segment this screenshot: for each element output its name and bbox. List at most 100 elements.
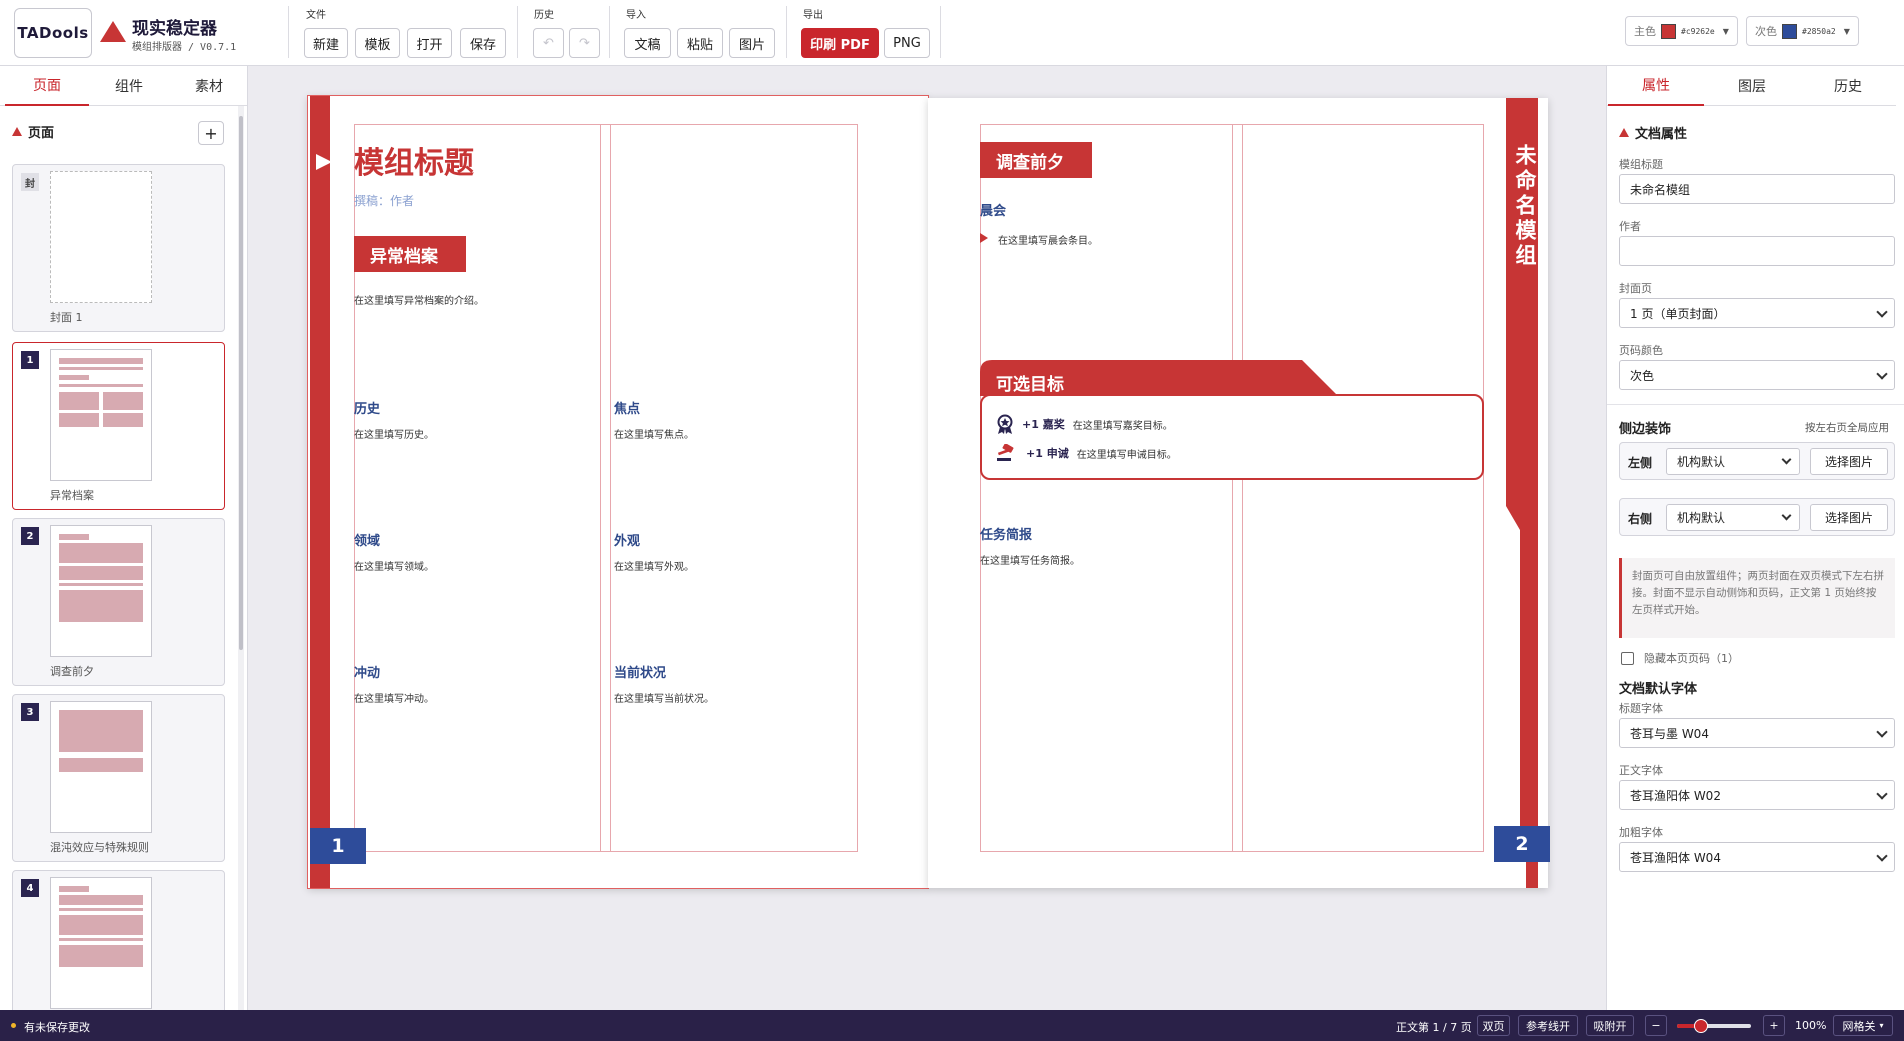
pages-scrollbar[interactable] — [238, 106, 244, 1010]
module-title-input[interactable]: 未命名模组 — [1619, 174, 1895, 204]
section-body[interactable]: 在这里填写焦点。 — [614, 426, 694, 441]
primary-color-hex: #c9262e — [1681, 26, 1715, 36]
scrollbar-thumb[interactable] — [239, 116, 243, 650]
section-body[interactable]: 在这里填写冲动。 — [354, 690, 434, 705]
zoom-out-button[interactable]: − — [1645, 1015, 1667, 1036]
section-heading[interactable]: 历史 — [354, 398, 380, 417]
module-title[interactable]: 模组标题 — [354, 138, 474, 182]
body-font-select[interactable]: 苍耳渔阳体 W02 — [1619, 780, 1895, 810]
section-heading[interactable]: 冲动 — [354, 662, 380, 681]
tab-pages[interactable]: 页面 — [5, 66, 89, 106]
grid-toggle[interactable]: 网格关 ▾ — [1833, 1015, 1893, 1036]
export-print-pdf-button[interactable]: 印刷 PDF — [801, 28, 879, 58]
undo-icon: ↶ — [543, 35, 554, 51]
section-heading[interactable]: 领域 — [354, 530, 380, 549]
right-pick-image-button[interactable]: 选择图片 — [1810, 504, 1888, 531]
page-color-select[interactable]: 次色 — [1619, 360, 1895, 390]
page-thumb-4[interactable]: 4 — [12, 870, 225, 1010]
section-heading[interactable]: 焦点 — [614, 398, 640, 417]
chevron-down-icon: ▾ — [1879, 1021, 1884, 1030]
chevron-down-icon: ▼ — [1722, 26, 1729, 36]
double-page-toggle[interactable]: 双页 — [1477, 1015, 1510, 1036]
import-manuscript-button[interactable]: 文稿 — [624, 28, 671, 58]
zoom-slider[interactable] — [1677, 1019, 1751, 1033]
section-banner[interactable]: 调查前夕 — [980, 142, 1092, 178]
section-banner[interactable]: 异常档案 — [354, 236, 466, 272]
reward-row[interactable]: +1 嘉奖 在这里填写嘉奖目标。 — [996, 414, 1173, 434]
page-thumb-cover[interactable]: 封 封面 1 — [12, 164, 225, 332]
optional-goals-box[interactable]: +1 嘉奖 在这里填写嘉奖目标。 +1 申诫 在这里填写申诫目标。 — [980, 394, 1484, 480]
document-canvas[interactable]: 模组标题 撰稿：作者 异常档案 在这里填写异常档案的介绍。 历史 在这里填写历史… — [248, 66, 1606, 1010]
save-button[interactable]: 保存 — [460, 28, 506, 58]
tab-properties[interactable]: 属性 — [1608, 66, 1704, 106]
section-body[interactable]: 在这里填写历史。 — [354, 426, 434, 441]
section-body[interactable]: 在这里填写领域。 — [354, 558, 434, 573]
zoom-slider-handle[interactable] — [1693, 1019, 1708, 1033]
page-badge: 4 — [21, 879, 39, 897]
right-side-select[interactable]: 机构默认 — [1666, 504, 1800, 531]
template-button[interactable]: 模板 — [355, 28, 400, 58]
import-image-button[interactable]: 图片 — [729, 28, 775, 58]
export-png-button[interactable]: PNG — [884, 28, 930, 58]
tab-history[interactable]: 历史 — [1800, 66, 1896, 106]
page-thumb-3[interactable]: 3 混沌效应与特殊规则 — [12, 694, 225, 862]
body-font-value: 苍耳渔阳体 W02 — [1630, 788, 1721, 803]
hide-page-number-checkbox[interactable] — [1621, 651, 1634, 665]
page-number-right: 2 — [1494, 826, 1550, 862]
heading-font-label: 标题字体 — [1619, 702, 1663, 715]
tab-components[interactable]: 组件 — [89, 66, 169, 106]
optional-goals-title[interactable]: 可选目标 — [996, 370, 1064, 395]
bold-font-select[interactable]: 苍耳渔阳体 W04 — [1619, 842, 1895, 872]
column-guide — [1242, 124, 1243, 852]
page-thumbnail — [50, 525, 152, 657]
side-deco-title: 侧边装饰 — [1619, 422, 1672, 437]
intro-text[interactable]: 在这里填写异常档案的介绍。 — [354, 292, 484, 307]
section-body[interactable]: 在这里填写外观。 — [614, 558, 694, 573]
tab-layers[interactable]: 图层 — [1704, 66, 1800, 106]
section-heading[interactable]: 当前状况 — [614, 662, 666, 681]
section-triangle-icon — [12, 127, 22, 136]
side-deco-hint: 按左右页全局应用 — [1805, 422, 1889, 434]
warning-triangle-icon — [100, 21, 126, 42]
reprimand-row[interactable]: +1 申诫 在这里填写申诫目标。 — [996, 444, 1177, 462]
redo-button[interactable]: ↷ — [569, 28, 600, 58]
new-button[interactable]: 新建 — [304, 28, 348, 58]
secondary-color-label: 次色 — [1755, 25, 1777, 38]
author-input[interactable] — [1619, 236, 1895, 266]
module-byline[interactable]: 撰稿：作者 — [354, 192, 414, 209]
guides-toggle[interactable]: 参考线开 — [1518, 1015, 1578, 1036]
secondary-color-hex: #2850a2 — [1802, 26, 1836, 36]
left-pick-image-button[interactable]: 选择图片 — [1810, 448, 1888, 475]
page-thumb-1[interactable]: 1 异常档案 — [12, 342, 225, 510]
toolbar-divider — [288, 6, 289, 58]
secondary-color-picker[interactable]: 次色 #2850a2 ▼ — [1746, 16, 1859, 46]
tab-assets[interactable]: 素材 — [169, 66, 247, 106]
app-title: 现实稳定器 — [132, 19, 217, 39]
left-side-row: 左侧 机构默认 选择图片 — [1619, 442, 1895, 480]
undo-button[interactable]: ↶ — [533, 28, 564, 58]
morning-item-text[interactable]: 在这里填写晨会条目。 — [998, 232, 1098, 247]
section-body[interactable]: 在这里填写当前状况。 — [614, 690, 714, 705]
section-body[interactable]: 在这里填写任务简报。 — [980, 552, 1080, 567]
section-heading[interactable]: 任务简报 — [980, 524, 1032, 543]
zoom-in-button[interactable]: + — [1763, 1015, 1785, 1036]
section-heading[interactable]: 外观 — [614, 530, 640, 549]
page-thumb-2[interactable]: 2 调查前夕 — [12, 518, 225, 686]
snap-toggle[interactable]: 吸附开 — [1586, 1015, 1634, 1036]
paste-button[interactable]: 粘贴 — [677, 28, 723, 58]
add-page-button[interactable]: + — [198, 121, 224, 145]
hide-page-number-row[interactable]: 隐藏本页页码（1） — [1621, 650, 1739, 666]
primary-color-picker[interactable]: 主色 #c9262e ▼ — [1625, 16, 1738, 46]
group-label-file: 文件 — [306, 10, 326, 21]
left-side-select[interactable]: 机构默认 — [1666, 448, 1800, 475]
section-heading[interactable]: 晨会 — [980, 200, 1006, 219]
column-guide — [610, 124, 611, 852]
cover-note: 封面页可自由放置组件；两页封面在双页模式下左右拼接。封面不显示自动侧饰和页码，正… — [1619, 558, 1895, 638]
open-button[interactable]: 打开 — [407, 28, 452, 58]
column-guide — [1232, 124, 1233, 852]
right-page[interactable]: 未命名模组 调查前夕 晨会 在这里填写晨会条目。 可选目标 +1 嘉奖 在这里填… — [928, 98, 1550, 888]
left-page[interactable]: 模组标题 撰稿：作者 异常档案 在这里填写异常档案的介绍。 历史 在这里填写历史… — [307, 95, 929, 889]
page-thumbnail — [50, 349, 152, 481]
heading-font-select[interactable]: 苍耳与墨 W04 — [1619, 718, 1895, 748]
cover-page-select[interactable]: 1 页（单页封面） — [1619, 298, 1895, 328]
